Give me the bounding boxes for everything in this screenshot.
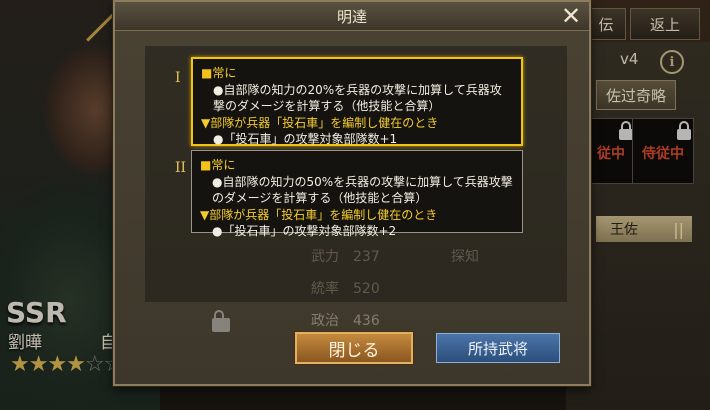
trigger-condition: ▼部隊が兵器「投石車」を編制し健在のとき (200, 207, 438, 222)
owned-generals-button[interactable]: 所持武将 (436, 333, 560, 363)
level-numeral: II (175, 160, 187, 176)
faded-stat: 政治 436 (311, 313, 380, 329)
owned-generals-label: 所持武将 (467, 339, 528, 358)
skill-level-card: ■常に ●自部隊の知力の50%を兵器の攻撃に加算して兵器攻撃のダメージを計算する… (191, 150, 523, 238)
faded-stat: 武力 237 (311, 249, 380, 265)
faded-stat: 統率 520 (311, 281, 380, 297)
dialog-title: 明達 (115, 2, 589, 31)
skill-detail-dialog: 明達 ✕ 武力 237 統率 520 政治 436 探知 I ■常に ●自部隊の… (113, 0, 591, 386)
trigger-condition: ▼部隊が兵器「投石車」を編制し健在のとき (201, 115, 439, 130)
dialog-title-text: 明達 (336, 7, 367, 26)
always-condition: ■常に (201, 66, 237, 80)
close-button[interactable]: 閉じる (295, 332, 413, 364)
faded-stat: 探知 (451, 249, 479, 265)
bonus-text: ●「投石車」の攻撃対象部隊数+2 (212, 224, 397, 238)
bonus-text: ●「投石車」の攻撃対象部隊数+1 (213, 132, 398, 146)
effect-text: ●自部隊の知力の50%を兵器の攻撃に加算して兵器攻撃のダメージを計算する（他技能… (212, 174, 513, 206)
close-button-label: 閉じる (328, 340, 380, 361)
always-condition: ■常に (200, 158, 236, 172)
level-numeral: I (175, 70, 181, 86)
close-icon[interactable]: ✕ (557, 2, 585, 30)
lock-icon (212, 310, 230, 332)
skill-level-card: ■常に ●自部隊の知力の20%を兵器の攻撃に加算して兵器攻撃のダメージを計算する… (191, 57, 523, 146)
effect-text: ●自部隊の知力の20%を兵器の攻撃に加算して兵器攻撃のダメージを計算する（他技能… (213, 82, 502, 114)
